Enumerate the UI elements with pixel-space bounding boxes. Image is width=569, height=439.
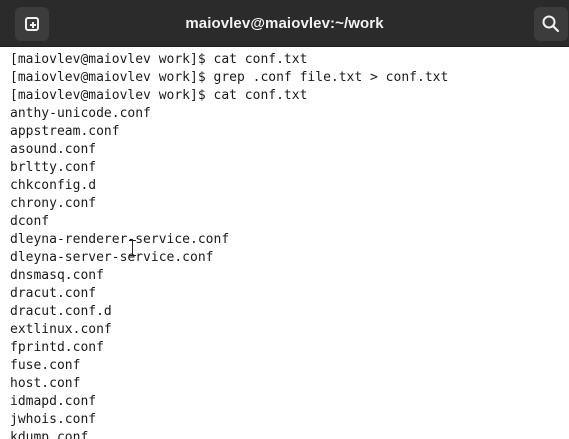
- terminal-line: dconf: [10, 214, 50, 229]
- terminal-line: jwhois.conf: [10, 412, 97, 427]
- terminal-line: fuse.conf: [10, 358, 81, 373]
- terminal-line-prompt: [maiovlev@maiovlev work]$ cat conf.txt: [10, 88, 308, 103]
- terminal-window: maiovlev@maiovlev:~/work [maiovlev@maiov…: [0, 0, 569, 439]
- text-cursor-icon: [129, 240, 136, 256]
- terminal-line-prompt: [maiovlev@maiovlev work]$ grep .conf fil…: [10, 70, 449, 85]
- terminal-line: dleyna-server-service.conf: [10, 250, 214, 265]
- terminal-line: anthy-unicode.conf: [10, 106, 151, 121]
- search-icon: [542, 15, 560, 33]
- terminal-output[interactable]: [maiovlev@maiovlev work]$ cat conf.txt […: [0, 47, 569, 439]
- terminal-line: extlinux.conf: [10, 322, 112, 337]
- terminal-line: host.conf: [10, 376, 81, 391]
- terminal-line-prompt: [maiovlev@maiovlev work]$ cat conf.txt: [10, 52, 308, 67]
- terminal-line: chrony.conf: [10, 196, 97, 211]
- terminal-line: asound.conf: [10, 142, 97, 157]
- terminal-line: kdump.conf: [10, 430, 89, 439]
- terminal-line: idmapd.conf: [10, 394, 97, 409]
- terminal-line: fprintd.conf: [10, 340, 104, 355]
- window-title: maiovlev@maiovlev:~/work: [185, 15, 384, 32]
- terminal-line: dracut.conf.d: [10, 304, 112, 319]
- terminal-line: dleyna-renderer-service.conf: [10, 232, 230, 247]
- terminal-lines: [maiovlev@maiovlev work]$ cat conf.txt […: [10, 51, 448, 439]
- terminal-line: dracut.conf: [10, 286, 97, 301]
- search-button[interactable]: [534, 7, 568, 41]
- terminal-line: dnsmasq.conf: [10, 268, 104, 283]
- terminal-line: appstream.conf: [10, 124, 120, 139]
- terminal-line: chkconfig.d: [10, 178, 97, 193]
- title-bar[interactable]: maiovlev@maiovlev:~/work: [0, 0, 569, 47]
- terminal-line: brltty.conf: [10, 160, 97, 175]
